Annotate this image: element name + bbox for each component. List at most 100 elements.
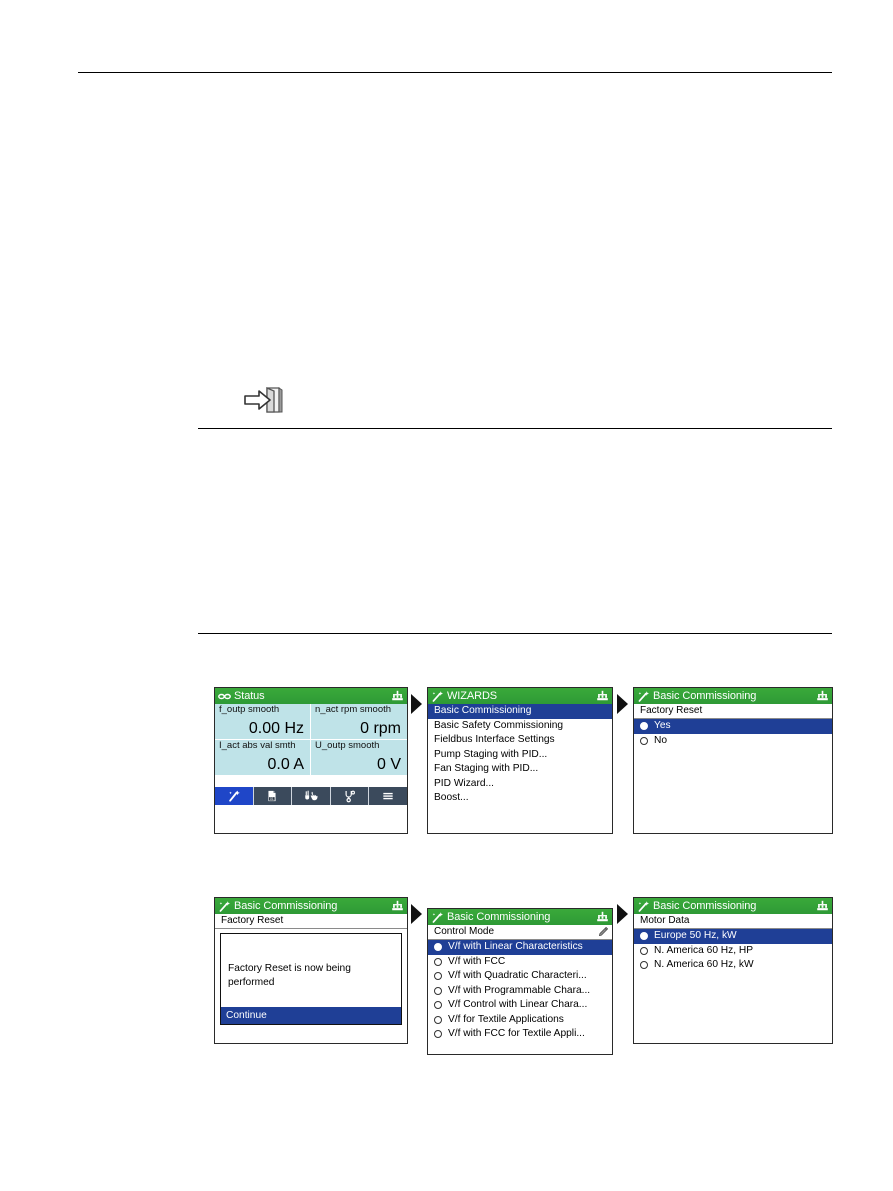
radio-option-label: V/f with FCC bbox=[448, 955, 506, 967]
middle-horizontal-rule bbox=[198, 428, 832, 429]
radio-option-label: N. America 60 Hz, kW bbox=[654, 959, 754, 971]
radio-option[interactable]: N. America 60 Hz, kW bbox=[634, 958, 832, 973]
list-item[interactable]: Basic Safety Commissioning bbox=[428, 719, 612, 734]
radio-option[interactable]: Yes bbox=[634, 719, 832, 734]
radio-button-icon bbox=[640, 961, 648, 970]
status-tile: U_outp smooth 0 V bbox=[311, 740, 407, 776]
diagnostics-stethoscope-icon[interactable] bbox=[331, 787, 370, 805]
radio-button-icon bbox=[640, 722, 648, 731]
radio-option[interactable]: V/f with Linear Characteristics bbox=[428, 940, 612, 955]
status-tile: n_act rpm smooth 0 rpm bbox=[311, 704, 407, 740]
radio-option-label: V/f with FCC for Textile Appli... bbox=[448, 1028, 585, 1040]
flow-arrow bbox=[617, 904, 628, 924]
radio-option[interactable]: N. America 60 Hz, HP bbox=[634, 944, 832, 959]
list-item-label: Fan Staging with PID... bbox=[434, 763, 539, 775]
factory-reset-progress-panel: Basic Commissioning Factory Reset Factor… bbox=[214, 897, 408, 1044]
flow-arrow bbox=[411, 694, 422, 714]
parameter-doc-icon[interactable]: 01 bbox=[254, 787, 293, 805]
list-item-label: Basic Commissioning bbox=[434, 705, 532, 717]
list-item[interactable]: Basic Commissioning bbox=[428, 704, 612, 719]
hierarchy-tree-icon bbox=[391, 900, 404, 913]
tile-label: n_act rpm smooth bbox=[315, 704, 392, 715]
tile-value: 0 rpm bbox=[360, 719, 401, 737]
tile-value: 0.0 A bbox=[267, 755, 304, 773]
wizard-wand-icon[interactable] bbox=[215, 787, 254, 805]
status-spacer bbox=[215, 776, 407, 787]
radio-button-icon bbox=[434, 986, 442, 995]
radio-option[interactable]: No bbox=[634, 734, 832, 749]
tile-value: 0 V bbox=[376, 755, 401, 773]
tile-label: f_outp smooth bbox=[219, 704, 280, 715]
tile-value: 0.00 Hz bbox=[248, 719, 304, 737]
panel-title: Basic Commissioning bbox=[653, 899, 757, 912]
message-text: Factory Reset is now being performed bbox=[228, 963, 351, 988]
radio-button-icon bbox=[434, 957, 442, 966]
radio-option-label: Yes bbox=[654, 720, 671, 732]
subheader-label: Motor Data bbox=[640, 915, 690, 927]
wizards-list: Basic Commissioning Basic Safety Commiss… bbox=[428, 704, 612, 806]
hierarchy-tree-icon bbox=[816, 900, 829, 913]
hierarchy-tree-icon bbox=[596, 911, 609, 924]
list-item-label: Pump Staging with PID... bbox=[434, 748, 548, 760]
pencil-edit-icon[interactable] bbox=[597, 926, 609, 938]
option-list: Europe 50 Hz, kW N. America 60 Hz, HP N.… bbox=[634, 929, 832, 973]
subheader-label: Factory Reset bbox=[640, 705, 703, 717]
list-item[interactable]: Pump Staging with PID... bbox=[428, 748, 612, 763]
radio-button-icon bbox=[640, 946, 648, 955]
wizard-wand-icon bbox=[431, 911, 444, 924]
radio-button-icon bbox=[434, 943, 442, 952]
radio-option[interactable]: V/f with Programmable Chara... bbox=[428, 984, 612, 999]
radio-option[interactable]: V/f with FCC for Textile Appli... bbox=[428, 1027, 612, 1042]
flow-arrow bbox=[617, 694, 628, 714]
wizard-wand-icon bbox=[218, 900, 231, 913]
status-tile: I_act abs val smth 0.0 A bbox=[215, 740, 311, 776]
motor-data-panel: Basic Commissioning Motor Data Europe 50… bbox=[633, 897, 833, 1044]
factory-reset-choice-panel: Basic Commissioning Factory Reset Yes No bbox=[633, 687, 833, 834]
bottom-horizontal-rule bbox=[198, 633, 832, 634]
list-item[interactable]: Boost... bbox=[428, 791, 612, 806]
status-screen-panel: Status f_outp smooth 0.00 Hz n_act rpm s… bbox=[214, 687, 408, 834]
panel-title: Basic Commissioning bbox=[234, 899, 338, 912]
radio-button-icon bbox=[434, 1001, 442, 1010]
panel-header: Status bbox=[215, 688, 407, 704]
hierarchy-tree-icon bbox=[391, 690, 404, 703]
list-item[interactable]: Fieldbus Interface Settings bbox=[428, 733, 612, 748]
list-item-label: Basic Safety Commissioning bbox=[434, 719, 564, 731]
subheader-label: Control Mode bbox=[434, 926, 495, 938]
radio-option[interactable]: V/f with FCC bbox=[428, 955, 612, 970]
tile-label: U_outp smooth bbox=[315, 740, 380, 751]
radio-option-label: V/f Control with Linear Chara... bbox=[448, 999, 588, 1011]
radio-option[interactable]: V/f for Textile Applications bbox=[428, 1013, 612, 1028]
hierarchy-tree-icon bbox=[816, 690, 829, 703]
list-item[interactable]: PID Wizard... bbox=[428, 777, 612, 792]
continue-button[interactable]: Continue bbox=[221, 1007, 401, 1024]
parameter-subheader: Factory Reset bbox=[215, 914, 407, 929]
panel-title: Status bbox=[234, 689, 265, 702]
radio-button-icon bbox=[434, 972, 442, 981]
wizard-wand-icon bbox=[637, 690, 650, 703]
radio-option[interactable]: V/f Control with Linear Chara... bbox=[428, 998, 612, 1013]
panel-header: Basic Commissioning bbox=[428, 909, 612, 925]
radio-option-label: V/f for Textile Applications bbox=[448, 1013, 564, 1025]
radio-option-label: N. America 60 Hz, HP bbox=[654, 944, 754, 956]
wizard-wand-icon bbox=[431, 690, 444, 703]
panel-header: Basic Commissioning bbox=[215, 898, 407, 914]
panel-header: WIZARDS bbox=[428, 688, 612, 704]
list-item-label: Boost... bbox=[434, 792, 469, 804]
continue-button-label: Continue bbox=[226, 1009, 267, 1021]
hierarchy-tree-icon bbox=[596, 690, 609, 703]
radio-button-icon bbox=[640, 736, 648, 745]
flow-arrow bbox=[411, 904, 422, 924]
list-item[interactable]: Fan Staging with PID... bbox=[428, 762, 612, 777]
manual-control-icon[interactable] bbox=[292, 787, 331, 805]
tile-label: I_act abs val smth bbox=[219, 740, 296, 751]
list-item-label: Fieldbus Interface Settings bbox=[434, 734, 555, 746]
top-horizontal-rule bbox=[78, 72, 832, 73]
radio-option[interactable]: V/f with Quadratic Characteri... bbox=[428, 969, 612, 984]
radio-option-label: V/f with Linear Characteristics bbox=[448, 941, 583, 953]
radio-option-label: No bbox=[654, 734, 668, 746]
list-item-label: PID Wizard... bbox=[434, 777, 495, 789]
option-list: Yes No bbox=[634, 719, 832, 748]
menu-hamburger-icon[interactable] bbox=[369, 787, 407, 805]
radio-option[interactable]: Europe 50 Hz, kW bbox=[634, 929, 832, 944]
